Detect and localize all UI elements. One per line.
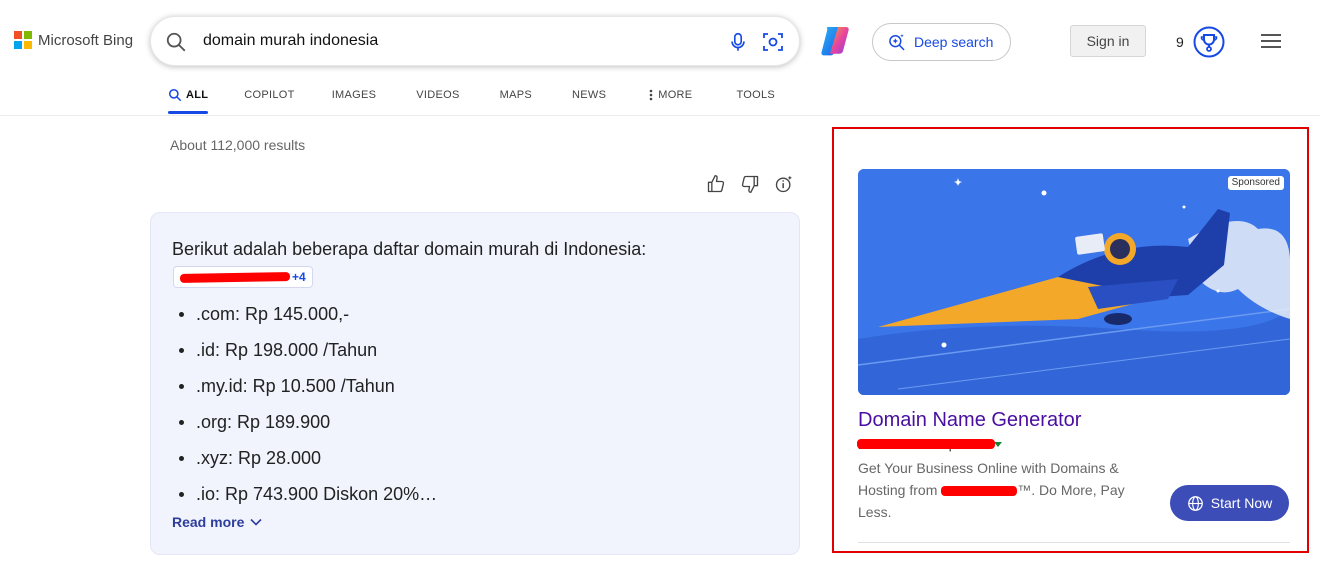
- redacted-brand: [941, 486, 1018, 497]
- feedback-bar: [706, 174, 794, 194]
- microphone-icon[interactable]: [727, 31, 749, 53]
- list-item: .id: Rp 198.000 /Tahun: [176, 339, 437, 375]
- bing-logo[interactable]: Microsoft Bing: [14, 31, 133, 49]
- list-item: .xyz: Rp 28.000: [176, 447, 437, 483]
- hamburger-menu-icon[interactable]: [1260, 32, 1282, 50]
- copilot-icon[interactable]: [818, 23, 854, 59]
- tab-videos[interactable]: VIDEOS: [416, 76, 459, 114]
- microsoft-logo-icon: [14, 31, 32, 49]
- ad-title-link[interactable]: Domain Name Generator: [858, 409, 1081, 432]
- chevron-down-icon: [250, 518, 262, 526]
- search-box[interactable]: domain murah indonesia: [150, 16, 800, 66]
- tab-images[interactable]: IMAGES: [332, 76, 377, 114]
- thumbs-up-icon[interactable]: [706, 174, 726, 194]
- read-more-label: Read more: [172, 514, 245, 530]
- ad-url-caret-icon[interactable]: [994, 442, 1003, 447]
- start-now-label: Start Now: [1210, 495, 1273, 511]
- rocket-car-illustration: [858, 169, 1290, 395]
- tab-label: IMAGES: [331, 89, 377, 101]
- tab-tools[interactable]: TOOLS: [736, 76, 775, 114]
- brand-name: Microsoft Bing: [38, 31, 134, 49]
- sign-in-button[interactable]: Sign in: [1070, 25, 1146, 57]
- visual-search-icon[interactable]: [761, 30, 785, 54]
- ad-description: Get Your Business Online with Domains & …: [858, 457, 1138, 523]
- list-item: .com: Rp 145.000,-: [176, 303, 437, 339]
- start-now-button[interactable]: Start Now: [1170, 485, 1289, 521]
- ad-image[interactable]: Sponsored: [858, 169, 1290, 395]
- deep-search-button[interactable]: Deep search: [872, 23, 1011, 61]
- tab-label: TOOLS: [736, 89, 776, 101]
- tab-label: VIDEOS: [416, 89, 460, 101]
- tab-label: COPILOT: [244, 89, 295, 101]
- tab-label: ALL: [186, 89, 209, 101]
- tab-maps[interactable]: MAPS: [500, 76, 532, 114]
- ad-divider: [858, 542, 1290, 543]
- rewards-trophy-icon[interactable]: [1193, 26, 1225, 58]
- read-more-link[interactable]: Read more: [172, 514, 262, 530]
- tab-label: MORE: [658, 89, 693, 101]
- tab-label: MAPS: [499, 89, 533, 101]
- citation-more-count: +4: [292, 270, 306, 284]
- deep-search-icon: [889, 34, 905, 51]
- citation-chip[interactable]: +4: [173, 266, 313, 288]
- more-vertical-icon: [649, 89, 653, 101]
- redacted-source: [179, 271, 291, 283]
- rewards-points[interactable]: 9: [1176, 34, 1184, 50]
- tab-news[interactable]: NEWS: [572, 76, 606, 114]
- search-icon: [168, 88, 182, 102]
- redacted-url: [857, 439, 995, 449]
- deep-search-label: Deep search: [914, 34, 994, 50]
- sponsored-badge: Sponsored: [1227, 176, 1284, 190]
- search-tabs: ALL COPILOT IMAGES VIDEOS MAPS NEWS MORE…: [160, 76, 775, 116]
- list-item: .my.id: Rp 10.500 /Tahun: [176, 375, 437, 411]
- tab-copilot[interactable]: COPILOT: [244, 76, 294, 114]
- answer-intro: Berikut adalah beberapa daftar domain mu…: [172, 239, 647, 259]
- globe-icon: [1187, 495, 1203, 511]
- list-item: .org: Rp 189.900: [176, 411, 437, 447]
- tabs-divider: [0, 115, 1320, 116]
- tab-label: NEWS: [572, 89, 607, 101]
- thumbs-down-icon[interactable]: [740, 174, 760, 194]
- tab-more[interactable]: MORE: [648, 76, 692, 114]
- answer-card: Berikut adalah beberapa daftar domain mu…: [150, 212, 800, 555]
- ad-url-text: www.namecheap.com: [857, 437, 995, 452]
- answer-list: .com: Rp 145.000,- .id: Rp 198.000 /Tahu…: [176, 303, 437, 519]
- ad-url[interactable]: www.namecheap.com: [857, 437, 1003, 452]
- copilot-sparkle-icon[interactable]: [774, 174, 794, 194]
- tab-all[interactable]: ALL: [168, 76, 209, 114]
- result-count: About 112,000 results: [170, 137, 306, 153]
- search-icon[interactable]: [165, 31, 187, 53]
- search-input[interactable]: domain murah indonesia: [203, 32, 378, 50]
